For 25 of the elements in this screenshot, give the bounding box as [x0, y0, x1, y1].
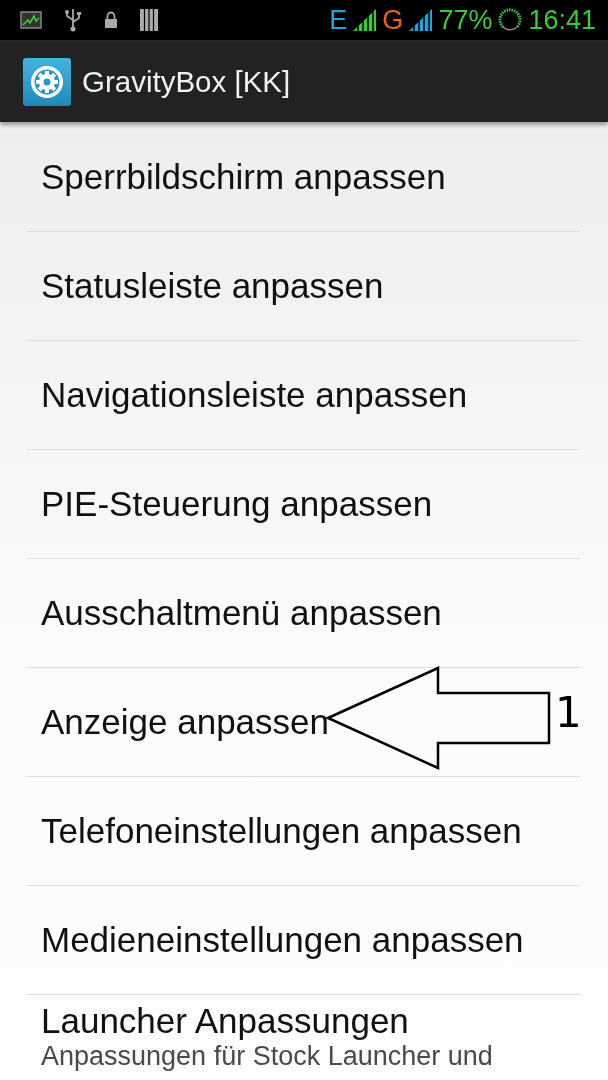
preference-item[interactable]: Ausschaltmenü anpassen — [41, 593, 442, 633]
preference-item[interactable]: Navigationsleiste anpassen — [41, 375, 468, 415]
app-title: GravityBox [KK] — [82, 65, 291, 99]
annotation-number: 1 — [555, 688, 582, 737]
preference-item[interactable]: Medieneinstellungen anpassen — [41, 920, 524, 960]
network-type-label: G — [382, 5, 404, 35]
app-gear-icon — [23, 58, 71, 106]
clock-time: 16:41 — [528, 5, 596, 35]
activity-monitor-icon — [20, 11, 42, 29]
signal-icon — [353, 9, 377, 31]
bars-icon — [140, 9, 158, 31]
preference-item[interactable]: Launcher Anpassungen Anpassungen für Stock Launcher und — [27, 995, 580, 1072]
signal-icon — [409, 9, 433, 31]
battery-ring-icon — [498, 8, 523, 32]
usb-icon — [64, 8, 82, 32]
preference-summary: Anpassungen für Stock Launcher und — [41, 1041, 493, 1072]
preference-item[interactable]: Telefoneinstellungen anpassen — [41, 811, 522, 851]
preference-title: Launcher Anpassungen — [41, 1001, 409, 1041]
preference-item[interactable]: Anzeige anpassen — [41, 702, 329, 742]
preference-item[interactable]: Sperrbildschirm anpassen — [41, 156, 446, 197]
network-type-label: E — [329, 5, 348, 35]
preference-item[interactable]: Statusleiste anpassen — [41, 266, 384, 306]
preference-item[interactable]: PIE-Steuerung anpassen — [41, 484, 433, 524]
battery-percent: 77% — [438, 5, 493, 35]
lock-icon — [104, 11, 118, 29]
